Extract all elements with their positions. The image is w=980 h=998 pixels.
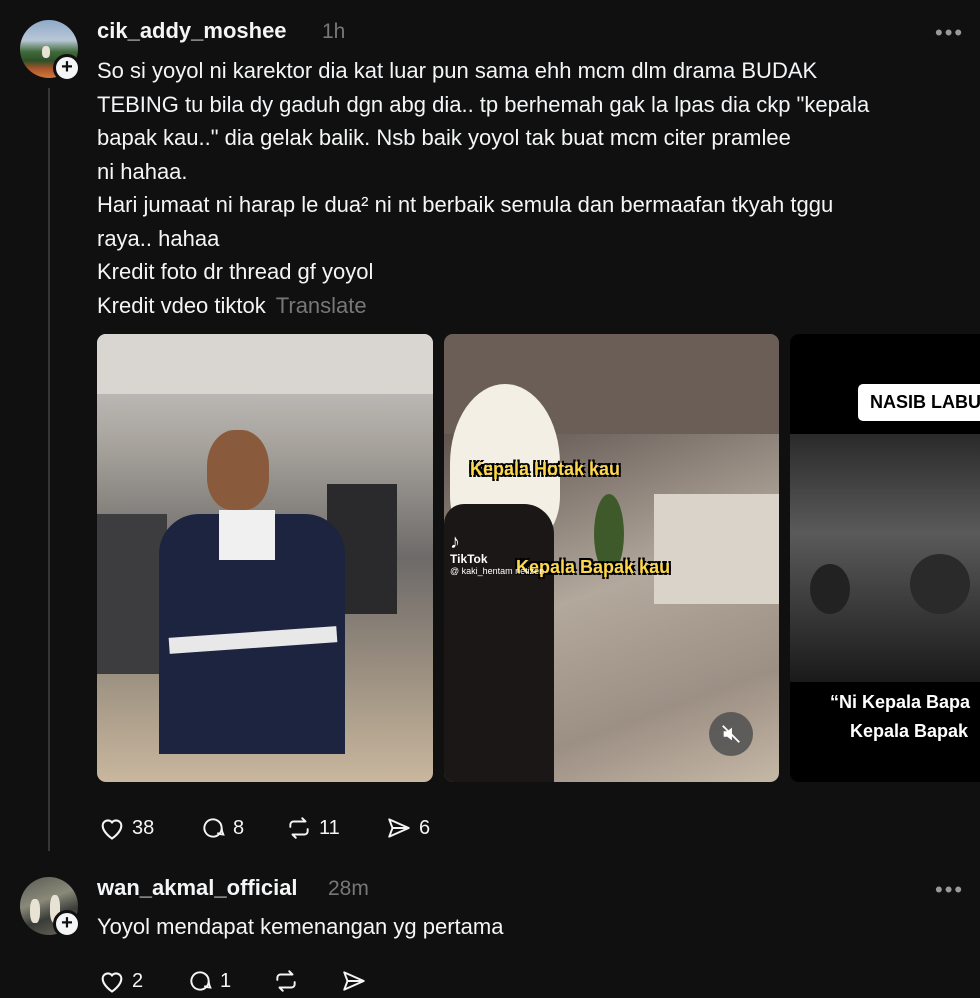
send-icon: [343, 971, 365, 991]
mute-button[interactable]: [709, 712, 753, 756]
post-text-line: So si yoyol ni karektor dia kat luar pun…: [97, 58, 818, 83]
post-text-line: TEBING tu bila dy gaduh dgn abg dia.. tp…: [97, 91, 870, 117]
like-count: 38: [132, 816, 155, 839]
share-count: 6: [419, 816, 431, 839]
heart-icon: [101, 819, 123, 840]
post-text-line: ni hahaa.: [97, 158, 188, 184]
storefront: [654, 494, 779, 604]
translate-link[interactable]: Translate: [276, 293, 367, 318]
ceiling: [97, 334, 433, 394]
post-text-line: bapak kau.." dia gelak balik. Nsb baik y…: [97, 125, 791, 150]
video-caption: Kepala Hotak kau: [470, 459, 621, 479]
plant: [910, 554, 970, 614]
reply-button[interactable]: 8: [199, 815, 244, 841]
tiktok-logo-icon: ♪: [450, 531, 460, 553]
reply-count: 1: [220, 969, 232, 992]
repost-button[interactable]: 11: [285, 815, 340, 841]
post-video[interactable]: Kepala Hotak kau Kepala Bapak kau ♪ TikT…: [444, 334, 779, 782]
follow-plus-icon[interactable]: +: [53, 54, 81, 82]
like-button[interactable]: 38: [98, 815, 154, 841]
image-quote: Kepala Bapak: [850, 721, 969, 741]
username[interactable]: cik_addy_moshee: [97, 18, 287, 44]
more-options-icon[interactable]: •••: [935, 20, 964, 46]
repost-icon: [289, 817, 309, 839]
post-text-line: Hari jumaat ni harap le dua² ni nt berba…: [97, 192, 834, 217]
repost-icon: [276, 970, 296, 992]
send-icon: [388, 818, 410, 838]
plant: [810, 564, 850, 614]
comment-icon: [203, 818, 225, 838]
post-text-line: Kredit foto dr thread gf yoyol: [97, 259, 374, 284]
post-text-line: raya.. hahaa: [97, 225, 220, 251]
heart-icon: [101, 972, 123, 993]
like-count: 2: [132, 969, 144, 992]
repost-button[interactable]: [272, 968, 300, 994]
post-image-1[interactable]: [97, 334, 433, 782]
thread-connector-line: [48, 88, 50, 851]
escalator: [97, 514, 167, 674]
follow-plus-icon[interactable]: +: [53, 910, 81, 938]
post-image-3[interactable]: NASIB LABU “Ni Kepala Bapa Kepala Bapak: [790, 334, 980, 782]
tiktok-watermark: ♪ TikTok @ kaki_hentam netizen: [450, 532, 544, 576]
speaker-muted-icon: [722, 725, 740, 743]
reply-count: 8: [233, 816, 245, 839]
tiktok-brand: TikTok: [450, 552, 488, 566]
reply-button[interactable]: 1: [186, 968, 231, 994]
post-text-line: Kredit vdeo tiktok: [97, 292, 266, 318]
person-head: [207, 430, 269, 510]
black-white-photo: [790, 434, 980, 682]
image-banner: NASIB LABU: [858, 384, 980, 421]
more-options-icon[interactable]: •••: [935, 877, 964, 903]
post-time: 28m: [328, 877, 369, 900]
post-text: So si yoyol ni karektor dia kat luar pun…: [97, 54, 977, 322]
post-text-line-last: Kredit vdeo tiktok Translate: [97, 289, 977, 323]
shirt-collar: [219, 510, 275, 560]
image-quote: “Ni Kepala Bapa: [830, 692, 971, 712]
tiktok-handle: @ kaki_hentam netizen: [450, 566, 545, 576]
post-time: 1h: [322, 20, 346, 43]
like-button[interactable]: 2: [98, 968, 143, 994]
username[interactable]: wan_akmal_official: [97, 875, 298, 901]
repost-count: 11: [319, 816, 340, 839]
share-button[interactable]: [340, 968, 368, 994]
share-button[interactable]: 6: [385, 815, 430, 841]
post-text: Yoyol mendapat kemenangan yg pertama: [97, 914, 504, 939]
comment-icon: [190, 971, 212, 991]
